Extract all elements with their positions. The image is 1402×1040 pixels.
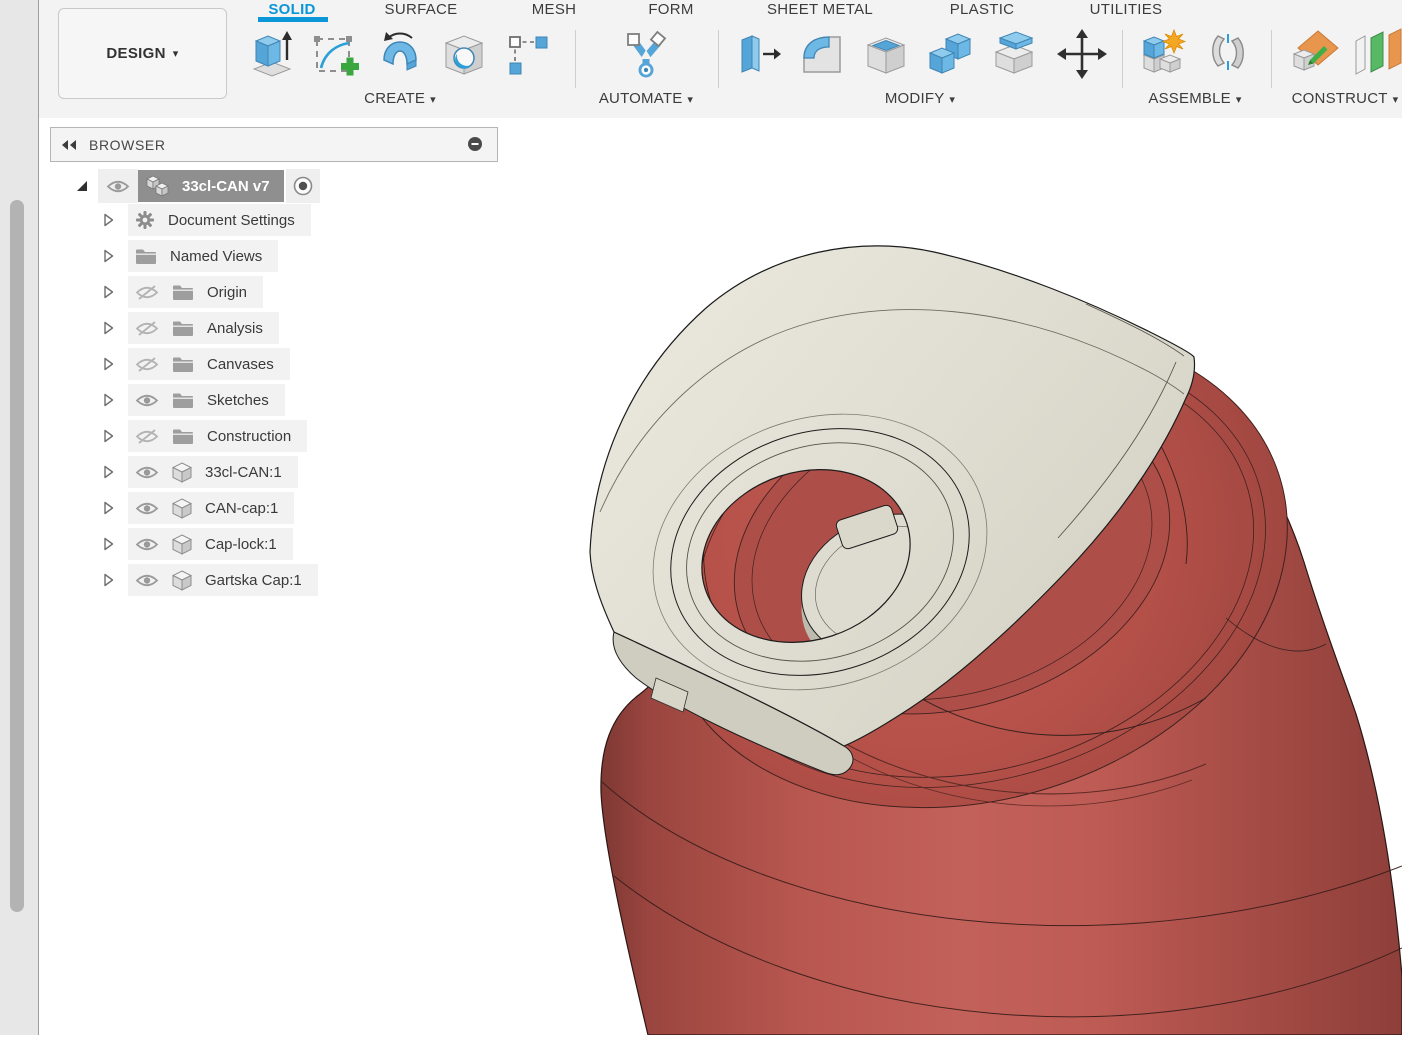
offset-plane-icon[interactable]	[1288, 28, 1340, 84]
browser-header: BROWSER	[50, 127, 498, 162]
expand-caret-icon[interactable]	[100, 320, 116, 336]
tree-row-component[interactable]: Cap-lock:1	[128, 528, 293, 560]
visibility-eye-icon[interactable]	[135, 573, 159, 588]
tab-form[interactable]: FORM	[648, 0, 693, 22]
expand-caret-icon[interactable]	[100, 500, 116, 516]
toolbar-separator	[575, 30, 576, 88]
browser-title: BROWSER	[89, 137, 166, 153]
collapse-panel-icon[interactable]	[60, 139, 78, 151]
component-icon	[172, 462, 192, 483]
fillet-icon[interactable]	[796, 28, 848, 84]
tab-utilities[interactable]: UTILITIES	[1090, 0, 1163, 22]
tree-row-canvases[interactable]: Canvases	[128, 348, 290, 380]
chevron-down-icon: ▾	[1236, 94, 1242, 106]
expand-caret-icon[interactable]	[100, 356, 116, 372]
tree-row-root[interactable]: 33cl-CAN v7	[98, 168, 320, 204]
create-sketch-icon[interactable]	[310, 28, 362, 84]
new-component-icon[interactable]	[1136, 28, 1188, 84]
automate-dropdown[interactable]: AUTOMATE▾	[599, 90, 693, 107]
visibility-eye-icon[interactable]	[135, 501, 159, 516]
tab-surface[interactable]: SURFACE	[385, 0, 458, 22]
tree-row-component[interactable]: 33cl-CAN:1	[128, 456, 298, 488]
component-icon	[172, 498, 192, 519]
tree-row-named-views[interactable]: Named Views	[128, 240, 278, 272]
tree-row-sketches[interactable]: Sketches	[128, 384, 285, 416]
hole-icon[interactable]	[438, 28, 490, 84]
tree-row-component[interactable]: CAN-cap:1	[128, 492, 294, 524]
automate-icon[interactable]	[620, 28, 672, 84]
extrude-icon[interactable]	[246, 28, 298, 84]
gear-icon	[135, 210, 155, 230]
construct-dropdown[interactable]: CONSTRUCT▾	[1292, 90, 1399, 107]
ribbon-toolbar: DESIGN ▾ SOLID SURFACE MESH FORM SHEET M…	[39, 0, 1402, 118]
modify-dropdown[interactable]: MODIFY▾	[885, 90, 955, 107]
expand-caret-icon[interactable]	[100, 392, 116, 408]
create-dropdown[interactable]: CREATE▾	[364, 90, 436, 107]
visibility-eye-icon[interactable]	[135, 537, 159, 552]
root-component-label: 33cl-CAN v7	[182, 178, 270, 195]
rectangular-pattern-icon[interactable]	[502, 28, 554, 84]
expand-caret-icon[interactable]	[100, 284, 116, 300]
vertical-scrollbar[interactable]	[10, 200, 24, 912]
minimize-panel-icon[interactable]	[467, 136, 483, 157]
chevron-down-icon: ▾	[1393, 94, 1399, 106]
tab-mesh[interactable]: MESH	[532, 0, 577, 22]
toolbar-separator	[1271, 30, 1272, 88]
visibility-eye-icon[interactable]	[135, 465, 159, 480]
folder-icon	[172, 284, 194, 301]
visibility-eye-icon[interactable]	[98, 169, 138, 203]
assemble-dropdown[interactable]: ASSEMBLE▾	[1148, 90, 1241, 107]
visibility-off-eye-icon[interactable]	[135, 357, 159, 372]
expand-caret-icon[interactable]	[100, 212, 116, 228]
joint-icon[interactable]	[1202, 28, 1254, 84]
chevron-down-icon: ▾	[949, 94, 955, 106]
folder-icon	[172, 356, 194, 373]
chevron-down-icon: ▾	[430, 94, 436, 106]
shell-icon[interactable]	[860, 28, 912, 84]
revolve-icon[interactable]	[374, 28, 426, 84]
visibility-off-eye-icon[interactable]	[135, 285, 159, 300]
tree-row-component[interactable]: Gartska Cap:1	[128, 564, 318, 596]
press-pull-icon[interactable]	[732, 28, 784, 84]
activate-component-radio[interactable]	[286, 169, 320, 203]
folder-icon	[172, 392, 194, 409]
visibility-off-eye-icon[interactable]	[135, 429, 159, 444]
expand-caret-icon[interactable]	[100, 248, 116, 264]
tree-row-origin[interactable]: Origin	[128, 276, 263, 308]
tree-row-analysis[interactable]: Analysis	[128, 312, 279, 344]
combine-icon[interactable]	[924, 28, 976, 84]
toolbar-separator	[718, 30, 719, 88]
root-component-icon	[146, 175, 170, 197]
component-icon	[172, 534, 192, 555]
workspace-switcher-button[interactable]: DESIGN ▾	[58, 8, 227, 99]
construction-planes-icon[interactable]	[1354, 28, 1402, 84]
tree-row-construction[interactable]: Construction	[128, 420, 307, 452]
expand-caret-icon[interactable]	[100, 464, 116, 480]
split-body-icon[interactable]	[988, 28, 1040, 84]
tab-sheet-metal[interactable]: SHEET METAL	[767, 0, 873, 22]
toolbar-separator	[1122, 30, 1123, 88]
folder-icon	[172, 320, 194, 337]
root-component-selected[interactable]: 33cl-CAN v7	[138, 170, 284, 202]
tab-plastic[interactable]: PLASTIC	[950, 0, 1015, 22]
workspace-label: DESIGN	[106, 45, 165, 62]
expand-caret-icon[interactable]	[100, 428, 116, 444]
expand-caret-icon[interactable]	[100, 536, 116, 552]
visibility-off-eye-icon[interactable]	[135, 321, 159, 336]
chevron-down-icon: ▾	[173, 47, 179, 60]
expand-caret-icon[interactable]	[100, 572, 116, 588]
left-gutter	[0, 0, 39, 1035]
move-copy-icon[interactable]	[1056, 28, 1108, 84]
expand-caret-icon[interactable]	[74, 178, 90, 194]
folder-icon	[135, 248, 157, 265]
component-icon	[172, 570, 192, 591]
active-tab-underline	[258, 17, 328, 22]
visibility-eye-icon[interactable]	[135, 393, 159, 408]
fusion360-window: { "toolbar": { "workspace_switcher": { "…	[0, 0, 1402, 1035]
chevron-down-icon: ▾	[687, 94, 693, 106]
folder-icon	[172, 428, 194, 445]
tree-row-document-settings[interactable]: Document Settings	[128, 204, 311, 236]
